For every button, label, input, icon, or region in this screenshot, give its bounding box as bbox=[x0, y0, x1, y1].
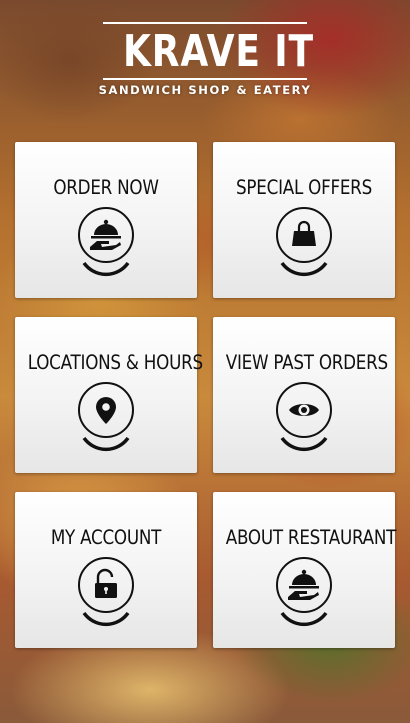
locations-hours-label: LOCATIONS & HOURS bbox=[27, 351, 203, 374]
locations-hours-button[interactable]: LOCATIONS & HOURS bbox=[15, 317, 203, 473]
brand-title: KRAVE IT bbox=[123, 26, 314, 77]
order-now-button[interactable]: ORDER NOW bbox=[15, 142, 197, 298]
serving-cloche-icon bbox=[76, 206, 136, 280]
unlocked-padlock-icon bbox=[76, 556, 136, 630]
my-account-label: MY ACCOUNT bbox=[50, 526, 162, 549]
shopping-bag-icon bbox=[274, 206, 334, 280]
view-past-orders-button[interactable]: VIEW PAST ORDERS bbox=[213, 317, 395, 473]
view-past-orders-label: VIEW PAST ORDERS bbox=[225, 351, 388, 374]
serving-cloche-icon bbox=[274, 556, 334, 630]
brand-logo: KRAVE IT SANDWICH SHOP & EATERY bbox=[0, 22, 410, 98]
map-pin-icon bbox=[76, 381, 136, 455]
my-account-button[interactable]: MY ACCOUNT bbox=[15, 492, 197, 648]
order-now-label: ORDER NOW bbox=[53, 176, 159, 199]
about-restaurant-button[interactable]: ABOUT RESTAURANT bbox=[213, 492, 397, 648]
eye-icon bbox=[274, 381, 334, 455]
about-restaurant-label: ABOUT RESTAURANT bbox=[225, 526, 397, 549]
brand-subtitle: SANDWICH SHOP & EATERY bbox=[98, 83, 312, 97]
logo-frame: KRAVE IT bbox=[103, 22, 314, 80]
special-offers-button[interactable]: SPECIAL OFFERS bbox=[213, 142, 395, 298]
special-offers-label: SPECIAL OFFERS bbox=[236, 176, 372, 199]
